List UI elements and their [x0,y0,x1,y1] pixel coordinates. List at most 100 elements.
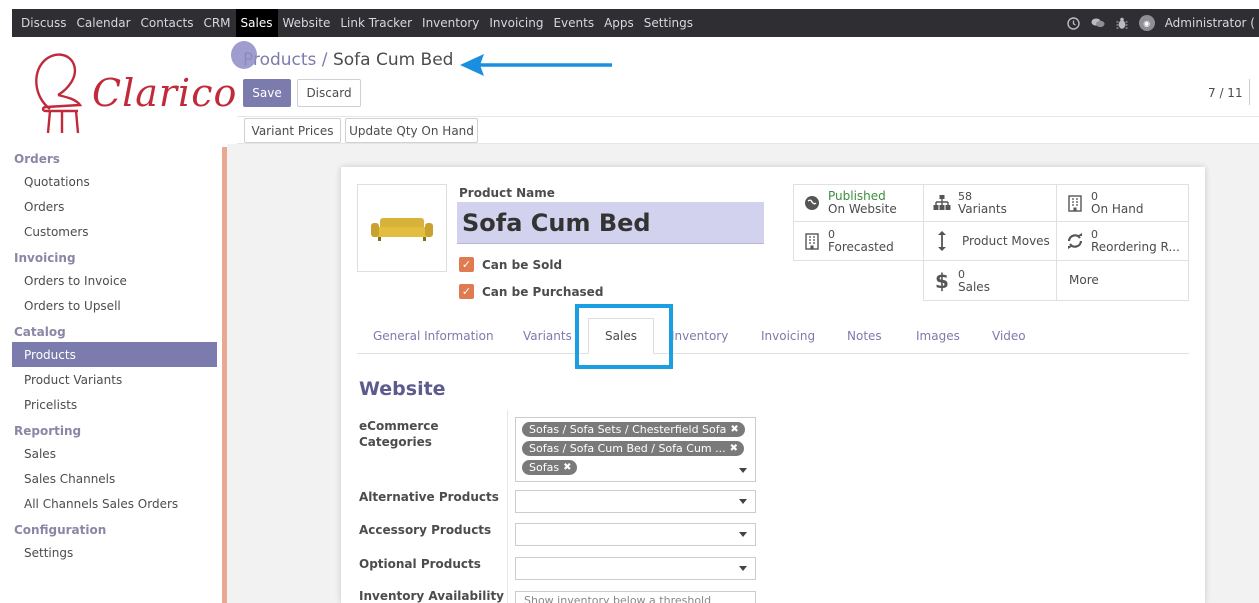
can-be-sold-label: Can be Sold [482,257,563,272]
variants-stat-button[interactable]: 58 Variants [923,184,1057,222]
on-hand-stat-button[interactable]: 0 On Hand [1056,184,1189,222]
annotation-dot [231,41,257,69]
ecommerce-categories-label: eCommerce Categories [359,418,439,450]
activity-clock-icon[interactable] [1067,16,1081,30]
tab-inventory[interactable]: Inventory [671,318,728,354]
menu-link-tracker[interactable]: Link Tracker [335,9,417,37]
sidebar-section-invoicing: Invoicing [14,251,76,265]
tab-video[interactable]: Video [992,318,1026,354]
clarico-logo[interactable]: Clarico [28,49,236,139]
tab-variants[interactable]: Variants [523,318,572,354]
sofa-image-icon [371,218,433,241]
inventory-availability-label: Inventory Availability [359,589,505,603]
menu-website[interactable]: Website [278,9,336,37]
notebook-tabs: General Information Variants Sales Inven… [357,318,1189,354]
annotation-arrow-icon [460,54,612,76]
can-be-purchased-checkbox[interactable]: ✓ Can be Purchased [459,284,603,299]
sidebar-section-catalog: Catalog [14,325,66,339]
sidebar-item-quotations[interactable]: Quotations [12,169,217,194]
menu-discuss[interactable]: Discuss [16,9,72,37]
dropdown-caret-icon[interactable] [739,532,747,537]
sidebar-nav: Orders Quotations Orders Customers Invoi… [12,149,217,565]
sales-label: Sales [958,279,990,294]
menu-apps[interactable]: Apps [599,9,639,37]
sidebar-item-products[interactable]: Products [12,342,217,367]
tab-general-information[interactable]: General Information [373,318,494,354]
dropdown-caret-icon[interactable] [739,499,747,504]
remove-tag-icon[interactable]: ✖ [563,462,571,473]
category-tag[interactable]: Sofas ✖ [522,460,578,475]
variant-prices-button[interactable]: Variant Prices [244,118,341,143]
sidebar-item-orders[interactable]: Orders [12,194,217,219]
ecommerce-categories-input[interactable]: Sofas / Sofa Sets / Chesterfield Sofa ✖ S… [515,417,756,482]
product-moves-label: Product Moves [962,233,1050,248]
published-stat-button[interactable]: Published On Website [793,184,924,222]
tab-images[interactable]: Images [916,318,960,354]
user-avatar[interactable]: ◉ [1138,15,1155,31]
update-qty-button[interactable]: Update Qty On Hand [345,118,478,143]
building-icon [800,232,824,250]
chat-bubbles-icon[interactable] [1091,16,1105,30]
debug-bug-icon[interactable] [1115,16,1129,30]
optional-products-input[interactable] [515,557,756,580]
vertical-arrows-icon [930,231,954,251]
sidebar-item-customers[interactable]: Customers [12,219,217,244]
tab-notes[interactable]: Notes [847,318,882,354]
remove-tag-icon[interactable]: ✖ [730,443,738,454]
menu-calendar[interactable]: Calendar [72,9,136,37]
inventory-availability-select[interactable]: Show inventory below a threshold [515,591,756,603]
breadcrumb-separator: / [316,50,333,70]
accessory-products-input[interactable] [515,523,756,546]
inventory-availability-value: Show inventory below a threshold [524,594,712,603]
menu-events[interactable]: Events [548,9,599,37]
category-tag[interactable]: Sofas / Sofa Cum Bed / Sofa Cum ... ✖ [522,441,745,456]
on-website-label: On Website [828,202,897,216]
sidebar-item-sales-channels[interactable]: Sales Channels [12,466,217,491]
product-image[interactable] [357,184,447,272]
sidebar-item-settings[interactable]: Settings [12,540,217,565]
remove-tag-icon[interactable]: ✖ [730,424,738,435]
product-name-label: Product Name [459,186,555,200]
menu-contacts[interactable]: Contacts [136,9,199,37]
menu-inventory[interactable]: Inventory [417,9,484,37]
user-menu[interactable]: Administrator ( [1165,16,1255,30]
menu-invoicing[interactable]: Invoicing [484,9,548,37]
category-tag[interactable]: Sofas / Sofa Sets / Chesterfield Sofa ✖ [522,422,745,437]
breadcrumb: Products / Sofa Cum Bed [243,50,453,70]
sidebar-item-sales[interactable]: Sales [12,441,217,466]
forecasted-stat-button[interactable]: 0 Forecasted [793,221,924,261]
label-column-divider [507,410,508,603]
sidebar-section-configuration: Configuration [14,523,107,537]
logo-wordmark: Clarico [92,71,238,115]
dollar-icon: $ [935,268,949,293]
product-moves-stat-button[interactable]: Product Moves [923,221,1057,261]
sidebar-item-all-channels-sales-orders[interactable]: All Channels Sales Orders [12,491,217,516]
menu-sales[interactable]: Sales [235,9,278,37]
can-be-sold-checkbox[interactable]: ✓ Can be Sold [459,257,562,272]
reordering-stat-button[interactable]: 0 Reordering R... [1056,221,1189,261]
globe-icon [800,195,824,211]
sidebar-item-pricelists[interactable]: Pricelists [12,392,217,417]
category-tag-label: Sofas / Sofa Sets / Chesterfield Sofa [529,423,727,436]
tab-invoicing[interactable]: Invoicing [761,318,815,354]
dropdown-caret-icon[interactable] [739,468,747,473]
refresh-icon [1063,233,1087,249]
ecommerce-label-line2: Categories [359,435,432,449]
alternative-products-input[interactable] [515,490,756,513]
sidebar-item-orders-to-invoice[interactable]: Orders to Invoice [12,268,217,293]
discard-button[interactable]: Discard [297,79,361,107]
product-name-input[interactable]: Sofa Cum Bed [457,202,764,244]
sidebar-item-product-variants[interactable]: Product Variants [12,367,217,392]
dropdown-caret-icon[interactable] [739,566,747,571]
save-button[interactable]: Save [243,79,291,107]
record-pager: 7 / 11 [1208,86,1243,100]
control-panel-divider [237,116,1259,117]
pager-next-edge[interactable] [1249,79,1250,105]
systray: ◉ Administrator ( [1067,15,1259,31]
sidebar-item-orders-to-upsell[interactable]: Orders to Upsell [12,293,217,318]
sidebar-section-reporting: Reporting [14,424,82,438]
more-stat-button[interactable]: More [1056,260,1189,301]
sales-stat-button[interactable]: $ 0 Sales [923,260,1057,301]
menu-crm[interactable]: CRM [198,9,235,37]
menu-settings[interactable]: Settings [639,9,698,37]
